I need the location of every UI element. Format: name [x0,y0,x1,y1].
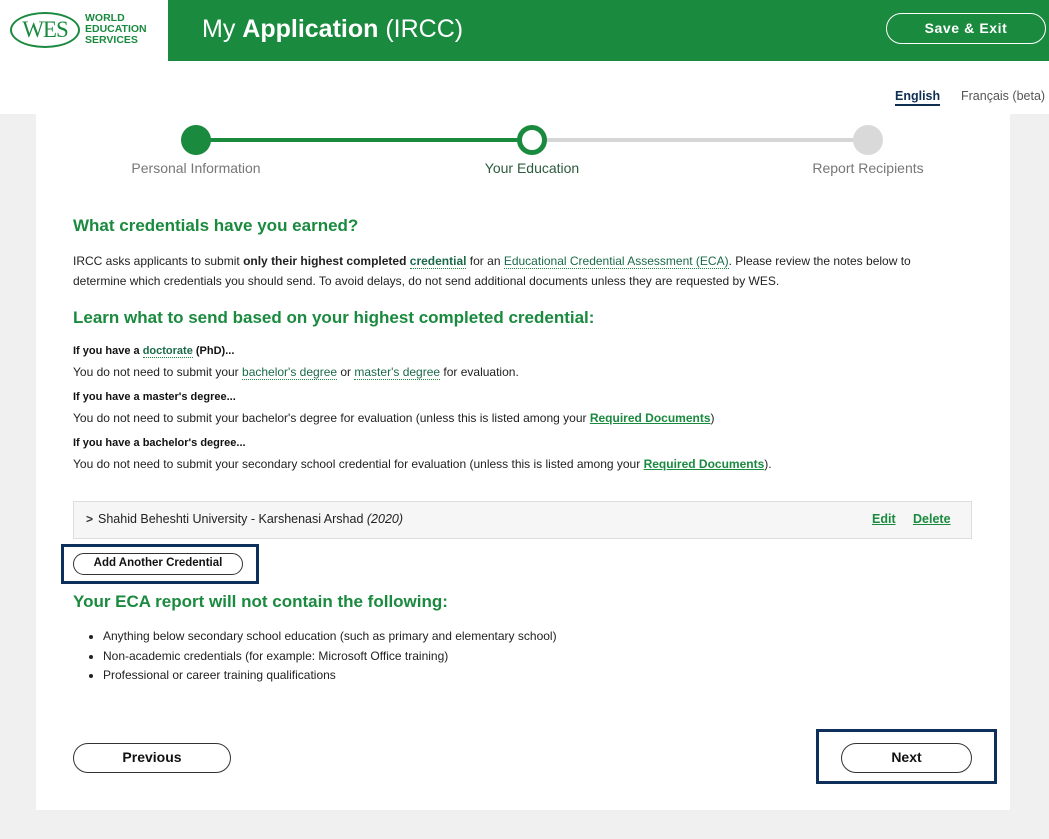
step-2-current-dot-icon [517,125,547,155]
edit-credential-link[interactable]: Edit [872,512,896,526]
bachelor-question: If you have a bachelor's degree... [73,437,246,449]
step-label-your-education: Your Education [484,160,580,176]
language-french-link[interactable]: Français (beta) [961,89,1045,103]
stepper-line-upcoming [532,138,868,142]
language-bar [0,61,1049,114]
add-another-credential-button[interactable]: Add Another Credential [73,553,243,575]
list-item: Non-academic credentials (for example: M… [103,647,557,667]
exclusions-list: Anything below secondary school educatio… [103,627,557,686]
eca-link[interactable]: Educational Credential Assessment (ECA) [503,254,729,269]
logo-mark: WES [22,17,69,42]
masters-degree-link[interactable]: master's degree [354,365,441,380]
step-3-upcoming-dot-icon [853,125,883,155]
required-documents-link[interactable]: Required Documents [590,411,711,425]
bachelor-answer: You do not need to submit your secondary… [73,457,772,471]
exclusions-heading: Your ECA report will not contain the fol… [73,592,448,611]
save-exit-button[interactable]: Save & Exit [886,13,1046,44]
credential-link[interactable]: credential [409,254,467,269]
next-button[interactable]: Next [841,743,972,773]
stepper-line-complete [196,138,532,142]
credentials-heading: What credentials have you earned? [73,216,359,235]
logo-wordmark: WORLD EDUCATION SERVICES [85,12,147,46]
previous-button[interactable]: Previous [73,743,231,773]
required-documents-link[interactable]: Required Documents [644,457,765,471]
learn-heading: Learn what to send based on your highest… [73,308,595,327]
delete-credential-link[interactable]: Delete [913,512,951,526]
credential-name[interactable]: Shahid Beheshti University - Karshenasi … [98,512,403,526]
doctorate-link[interactable]: doctorate [142,345,193,358]
step-label-report-recipients: Report Recipients [812,160,924,176]
doctorate-question: If you have a doctorate (PhD)... [73,345,235,358]
step-label-personal-information: Personal Information [131,160,261,176]
list-item: Professional or career training qualific… [103,666,557,686]
master-question: If you have a master's degree... [73,391,236,403]
step-1-complete-dot-icon [181,125,211,155]
doctorate-answer: You do not need to submit your bachelor'… [73,365,519,380]
list-item: Anything below secondary school educatio… [103,627,557,647]
bachelors-degree-link[interactable]: bachelor's degree [242,365,338,380]
page-title: My Application (IRCC) [202,15,464,43]
master-answer: You do not need to submit your bachelor'… [73,411,715,425]
language-english-link[interactable]: English [895,89,941,106]
credentials-intro: IRCC asks applicants to submit only thei… [73,254,911,288]
chevron-right-icon[interactable]: > [86,512,93,526]
wes-logo[interactable]: WES WORLD EDUCATION SERVICES [0,0,168,61]
